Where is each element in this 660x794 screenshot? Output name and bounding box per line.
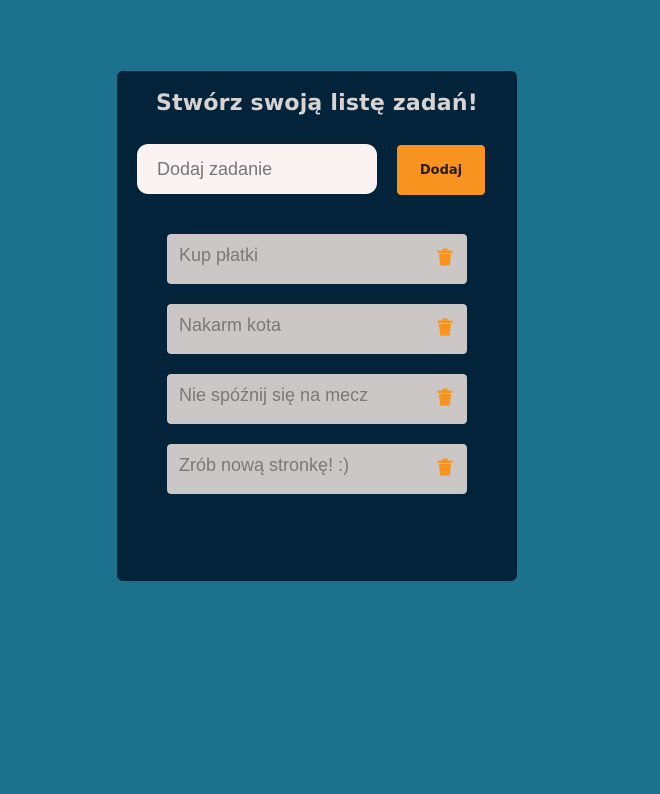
task-list: Kup płatki Nakarm kota Nie spóźnij się n… [167, 234, 467, 514]
trash-icon[interactable] [437, 318, 453, 336]
trash-icon[interactable] [437, 388, 453, 406]
task-item: Nie spóźnij się na mecz [167, 374, 467, 424]
task-item: Nakarm kota [167, 304, 467, 354]
task-text: Nie spóźnij się na mecz [179, 385, 369, 405]
trash-icon[interactable] [437, 458, 453, 476]
add-task-button[interactable]: Dodaj [397, 145, 485, 195]
todo-card: Stwórz swoją listę zadań! Dodaj Kup płat… [117, 71, 517, 581]
trash-icon[interactable] [437, 248, 453, 266]
task-text: Nakarm kota [179, 315, 282, 335]
task-input[interactable] [137, 144, 377, 194]
task-text: Zrób nową stronkę! :) [179, 455, 350, 475]
task-item: Kup płatki [167, 234, 467, 284]
task-item: Zrób nową stronkę! :) [167, 444, 467, 494]
task-text: Kup płatki [179, 245, 259, 265]
page-title: Stwórz swoją listę zadań! [156, 91, 478, 116]
